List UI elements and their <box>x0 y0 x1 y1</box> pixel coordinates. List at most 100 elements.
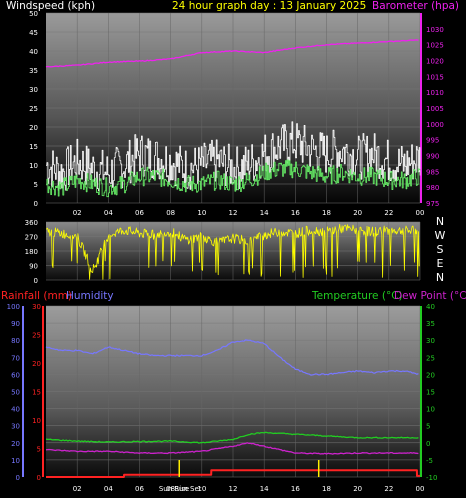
barometer-tick-label: 980 <box>426 184 439 192</box>
temperature-tick-label: 15 <box>426 389 435 397</box>
rainfall-axis-title: Rainfall (mm) <box>1 290 72 302</box>
barometer-y-axis: 975 980 985 990 995 1000 1005 1010 1015 1020 1025 1… <box>426 26 444 208</box>
rainfall-tick-label: 0 <box>37 474 41 482</box>
wind-tick-label: 0 <box>34 200 38 208</box>
rainfall-tick-label: 10 <box>32 417 41 425</box>
barometer-tick-label: 1010 <box>426 89 444 97</box>
weather-x-tick-label: 12 <box>229 485 238 493</box>
wind-tick-label: 10 <box>29 162 38 170</box>
wind-tick-label: 30 <box>29 86 38 94</box>
humidity-axis-title: Humidity <box>66 290 114 302</box>
wind-tick-label: 40 <box>29 48 38 56</box>
temperature-tick-label: 0 <box>426 440 430 448</box>
direction-tick-label: 90 <box>29 263 38 271</box>
humidity-tick-label: 70 <box>11 354 20 362</box>
wind-x-tick-label: 18 <box>322 209 331 217</box>
humidity-tick-label: 0 <box>16 474 20 482</box>
barometer-tick-label: 1000 <box>426 121 444 129</box>
compass-label: W <box>435 229 446 242</box>
humidity-tick-label: 60 <box>11 371 20 379</box>
temperature-tick-label: 20 <box>426 371 435 379</box>
wind-x-tick-label: 14 <box>260 209 269 217</box>
direction-tick-label: 270 <box>25 234 38 242</box>
rainfall-tick-label: 30 <box>32 303 41 311</box>
wind-axis-title: Windspeed (kph) <box>6 0 95 12</box>
barometer-tick-label: 975 <box>426 200 439 208</box>
rainfall-tick-label: 5 <box>37 446 41 454</box>
humidity-tick-label: 90 <box>11 320 20 328</box>
wind-tick-label: 5 <box>34 181 38 189</box>
wind-x-tick-label: 16 <box>291 209 300 217</box>
sunset-label: Sun Set <box>174 485 201 493</box>
rainfall-tick-label: 25 <box>32 332 41 340</box>
dewpoint-axis-title: Dew Point (°C) <box>394 290 466 302</box>
weather-graph-page: Windspeed (kph) 24 hour graph day : 13 J… <box>0 0 466 498</box>
wind-x-tick-label: 04 <box>104 209 113 217</box>
temperature-tick-label: -10 <box>426 474 437 482</box>
humidity-tick-label: 40 <box>11 406 20 414</box>
temperature-tick-label: 40 <box>426 303 435 311</box>
humidity-tick-label: 10 <box>11 457 20 465</box>
wind-x-tick-label: 20 <box>353 209 362 217</box>
weather-x-tick-label: 18 <box>322 485 331 493</box>
direction-tick-label: 360 <box>25 219 38 227</box>
rainfall-tick-label: 15 <box>32 389 41 397</box>
wind-x-tick-label: 02 <box>73 209 82 217</box>
wind-x-axis: 02 04 06 08 10 12 14 16 18 20 22 00 <box>73 209 425 217</box>
wind-x-tick-label: 08 <box>166 209 175 217</box>
weather-x-tick-label: 22 <box>384 485 393 493</box>
temperature-tick-label: 35 <box>426 320 435 328</box>
barometer-tick-label: 1005 <box>426 105 444 113</box>
barometer-tick-label: 995 <box>426 137 439 145</box>
humidity-tick-label: 100 <box>7 303 20 311</box>
barometer-tick-label: 1020 <box>426 58 444 66</box>
temperature-tick-label: -5 <box>426 457 433 465</box>
humidity-y-axis: 0 10 20 30 40 50 60 70 80 90 100 <box>7 303 20 482</box>
barometer-tick-label: 1030 <box>426 26 444 34</box>
weather-x-tick-label: 20 <box>353 485 362 493</box>
temperature-tick-label: 30 <box>426 337 435 345</box>
compass-label: N <box>436 215 444 228</box>
rainfall-y-axis: 0 5 10 15 20 25 30 <box>32 303 41 482</box>
wind-tick-label: 45 <box>29 29 38 37</box>
barometer-tick-label: 1025 <box>426 42 444 50</box>
temperature-tick-label: 10 <box>426 406 435 414</box>
compass-label: S <box>437 243 444 256</box>
wind-x-tick-label: 12 <box>229 209 238 217</box>
weather-x-tick-label: 16 <box>291 485 300 493</box>
direction-tick-label: 0 <box>34 277 38 285</box>
wind-x-tick-label: 10 <box>197 209 206 217</box>
wind-tick-label: 35 <box>29 67 38 75</box>
humidity-tick-label: 30 <box>11 423 20 431</box>
temperature-tick-label: 25 <box>426 354 435 362</box>
wind-x-tick-label: 22 <box>384 209 393 217</box>
wind-tick-label: 15 <box>29 143 38 151</box>
temperature-tick-label: 5 <box>426 423 430 431</box>
wind-tick-label: 50 <box>29 10 38 18</box>
temperature-axis-title: Temperature (°C) <box>311 290 403 302</box>
barometer-axis-title: Barometer (hpa) <box>372 0 459 12</box>
wind-y-axis: 0 5 10 15 20 25 30 35 40 45 50 <box>29 10 38 208</box>
barometer-tick-label: 990 <box>426 153 439 161</box>
temperature-y-axis: -10 -5 0 5 10 15 20 25 30 35 40 <box>426 303 437 482</box>
wind-tick-label: 25 <box>29 105 38 113</box>
weather-x-tick-label: 14 <box>260 485 269 493</box>
wind-tick-label: 20 <box>29 124 38 132</box>
direction-y-axis: 360 270 180 90 0 <box>25 219 38 285</box>
humidity-tick-label: 20 <box>11 440 20 448</box>
weather-x-axis: 02 04 06 08 10 12 14 16 18 20 22 00 <box>73 485 425 493</box>
chart-title: 24 hour graph day : 13 January 2025 <box>172 0 366 12</box>
humidity-tick-label: 50 <box>11 389 20 397</box>
weather-x-tick-label: 00 <box>416 485 425 493</box>
rainfall-tick-label: 20 <box>32 360 41 368</box>
compass-label: N <box>436 271 444 284</box>
wind-x-tick-label: 00 <box>416 209 425 217</box>
compass-label: E <box>437 257 444 270</box>
weather-x-tick-label: 04 <box>104 485 113 493</box>
humidity-tick-label: 80 <box>11 337 20 345</box>
compass-labels: NWSEN <box>435 215 446 284</box>
wind-x-tick-label: 06 <box>135 209 144 217</box>
weather-chart-svg: Windspeed (kph) 24 hour graph day : 13 J… <box>1 0 466 493</box>
weather-x-tick-label: 02 <box>73 485 82 493</box>
direction-tick-label: 180 <box>25 248 38 256</box>
